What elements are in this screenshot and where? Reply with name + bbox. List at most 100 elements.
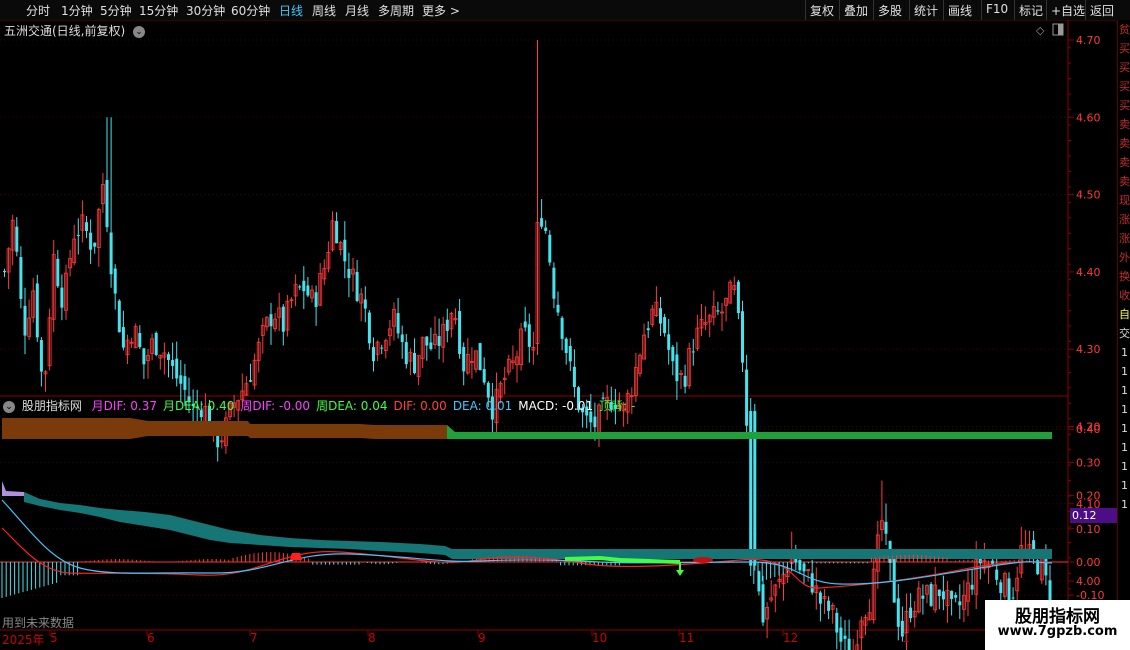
candle-body-down [716, 310, 720, 312]
candle-body-down [950, 590, 954, 599]
watermark-url: www.7gpzb.com [997, 624, 1118, 639]
side-panel-char: 1 [1121, 365, 1128, 378]
candle-body-down [105, 179, 109, 228]
candle-body-down [736, 281, 740, 314]
candle-body-down [302, 280, 306, 292]
candle-body-down [343, 239, 347, 262]
indicator-tick-label: 0.20 [1076, 490, 1101, 503]
candle-body-down [3, 270, 6, 273]
candle-body-down [999, 582, 1003, 594]
indicator-values: 月DIF: 0.37 月DEA: 0.40 周DIF: -0.00 周DEA: 0.0… [92, 399, 642, 413]
side-panel-char: 买 [1119, 42, 1130, 55]
candle-body-down [425, 336, 429, 346]
candle-body-down [269, 314, 273, 327]
date-label: 10 [592, 631, 608, 645]
date-label: 7 [250, 631, 258, 645]
side-panel-char: 买 [1119, 99, 1130, 112]
candle-body-down [486, 382, 490, 398]
candle-body-down [552, 267, 556, 299]
candle-body-down [564, 338, 568, 354]
panel-toggle-fill [1058, 24, 1063, 35]
candle-body-down [138, 333, 142, 348]
future-data-label: 用到未来数据 [2, 616, 75, 630]
candle-body-down [400, 334, 404, 343]
candle-body-down [154, 332, 158, 355]
candle-body-down [556, 304, 560, 313]
candle-body-down [56, 258, 60, 287]
candle-body-down [355, 271, 359, 301]
indicator-header: ⌄ 股朋指标网 月DIF: 0.37 月DEA: 0.40 周DIF: -0.00 周… [0, 397, 647, 413]
candle-body-down [109, 232, 113, 275]
indicator-name[interactable]: 股朋指标网 [22, 399, 82, 413]
candle-body-down [970, 584, 974, 590]
date-axis: 2025年 5 6 7 8 9 10 11 12 1 [0, 630, 1070, 650]
candle-body-down [306, 285, 310, 296]
candle-body-down [478, 343, 482, 371]
candle-body-down [458, 311, 462, 354]
side-panel-char: 1 [1121, 384, 1128, 397]
side-panel-char: 卖 [1119, 118, 1130, 131]
candle-body-down [646, 328, 650, 331]
side-panel-char: 买 [1119, 80, 1130, 93]
current-value-badge: 0.12 [1070, 508, 1120, 523]
side-panel-char: 贫 [1119, 23, 1130, 36]
side-panel-char: 交 [1119, 327, 1130, 340]
side-panel-char: 1 [1121, 441, 1128, 454]
candle-body-down [667, 334, 671, 350]
candle-body-down [937, 589, 941, 597]
indicator-value-0: 月DIF: 0.37 [91, 399, 157, 413]
price-tick-label: 4.00 [1076, 575, 1101, 588]
candle-body-down [367, 312, 371, 344]
candle-body-down [659, 308, 662, 324]
candle-body-down [802, 563, 806, 572]
candle-body-down [35, 283, 39, 338]
weekly-band-start [2, 481, 24, 496]
down-arrow-icon [676, 570, 684, 576]
candle-body-down [548, 234, 552, 263]
candle-body-down [958, 601, 962, 606]
date-label: 5 [50, 631, 58, 645]
side-panel-char: 收 [1119, 289, 1130, 302]
candle-body-down [113, 268, 117, 294]
candle-body-down [89, 232, 93, 250]
indicator-value-5: DEA: 0.01 [452, 399, 513, 413]
side-panel-char: 1 [1121, 460, 1128, 473]
candle-body-down [941, 591, 945, 600]
candle-body-down [1011, 597, 1015, 599]
candle-body-down [683, 375, 687, 387]
side-quote-panel: 贫买买买买卖卖卖卖现涨涨外换收自交111111111 [1117, 20, 1130, 650]
indicator-tick-label: 0.40 [1076, 423, 1101, 436]
indicator-value-2: 周DIF: -0.00 [240, 399, 311, 413]
candle-body-down [671, 346, 675, 362]
price-tick-label: 4.70 [1076, 34, 1101, 47]
candle-body-down [798, 559, 802, 571]
candle-body-down [60, 287, 64, 308]
candle-body-down [281, 306, 285, 332]
date-label: 2025年 [2, 633, 45, 647]
candle-body-down [663, 317, 667, 334]
indicator-value-3: 周DEA: 0.04 [316, 399, 388, 413]
candle-body-down [691, 351, 695, 353]
candle-body-down [142, 348, 146, 365]
candle-body-down [15, 226, 19, 252]
candle-body-down [482, 369, 486, 383]
candle-body-down [93, 242, 97, 247]
candle-body-down [741, 311, 744, 363]
price-tick-label: 4.50 [1076, 189, 1101, 202]
candle-body-down [363, 299, 367, 309]
side-panel-char: 1 [1121, 346, 1128, 359]
candle-body-down [23, 305, 27, 336]
candle-body-down [818, 592, 822, 604]
indicator-tick-label: 0.10 [1076, 523, 1101, 536]
chevron-down-icon[interactable]: ⌄ [3, 400, 15, 413]
indicator-tick-label: 0.00 [1076, 556, 1101, 569]
candle-body-down [593, 416, 597, 428]
candle-body-down [380, 347, 384, 349]
candle-body-down [335, 221, 339, 244]
candle-body-down [396, 313, 400, 334]
candle-body-down [85, 222, 88, 232]
chart-canvas[interactable]: ◇4.704.604.504.404.304.204.104.003.900.4… [0, 0, 1118, 650]
candle-body-down [523, 321, 527, 328]
indicator-value-6: MACD: -0.01 [518, 399, 594, 413]
date-label: 9 [478, 631, 486, 645]
